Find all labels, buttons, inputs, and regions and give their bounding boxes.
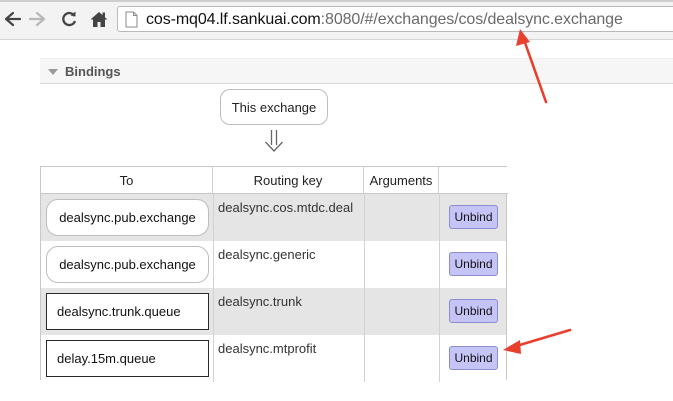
back-button[interactable]: [2, 6, 24, 32]
column-divider: [213, 241, 214, 288]
routing-key: dealsync.generic: [218, 247, 316, 262]
column-divider: [213, 335, 214, 382]
forward-arrow-icon: [28, 11, 46, 27]
address-bar[interactable]: cos-mq04.lf.sankuai.com:8080/#/exchanges…: [117, 6, 673, 32]
table-row: dealsync.pub.exchange dealsync.generic U…: [41, 241, 506, 288]
unbind-button[interactable]: Unbind: [449, 346, 498, 370]
this-exchange-node: This exchange: [220, 89, 328, 125]
table-row: dealsync.trunk.queue dealsync.trunk Unbi…: [41, 288, 506, 335]
toolbar-divider: [0, 39, 673, 40]
routing-key: dealsync.mtprofit: [218, 341, 317, 356]
this-exchange-label: This exchange: [231, 99, 317, 115]
reload-icon: [62, 11, 77, 27]
destination-label: dealsync.pub.exchange: [59, 210, 196, 225]
destination-exchange-link[interactable]: dealsync.pub.exchange: [46, 199, 209, 236]
collapse-triangle-icon[interactable]: [48, 69, 58, 75]
column-divider: [439, 194, 440, 241]
unbind-button[interactable]: Unbind: [449, 252, 498, 276]
double-down-arrow-icon: [265, 130, 283, 152]
column-divider: [213, 288, 214, 335]
header-actions: [439, 167, 508, 194]
column-divider: [364, 335, 365, 382]
home-button[interactable]: [86, 6, 112, 32]
column-divider: [439, 335, 440, 382]
header-routing-key: Routing key: [213, 167, 364, 194]
unbind-button[interactable]: Unbind: [449, 205, 498, 229]
screenshot: cos-mq04.lf.sankuai.com:8080/#/exchanges…: [0, 0, 673, 401]
page-icon: [125, 11, 138, 28]
section-title: Bindings: [65, 64, 121, 79]
destination-queue-link[interactable]: delay.15m.queue: [46, 340, 209, 377]
url-host: cos-mq04.lf.sankuai.com: [146, 11, 321, 28]
table-row: delay.15m.queue dealsync.mtprofit Unbind: [41, 335, 506, 382]
bindings-table: To Routing key Arguments dealsync.pub.ex…: [40, 166, 508, 382]
routing-key: dealsync.cos.mtdc.deal: [218, 200, 354, 215]
column-divider: [364, 241, 365, 288]
bindings-section-header[interactable]: Bindings: [40, 58, 673, 84]
browser-toolbar: cos-mq04.lf.sankuai.com:8080/#/exchanges…: [0, 0, 673, 40]
destination-exchange-link[interactable]: dealsync.pub.exchange: [46, 246, 209, 283]
unbind-button[interactable]: Unbind: [449, 299, 498, 323]
column-divider: [439, 241, 440, 288]
home-icon: [90, 12, 108, 27]
destination-label: dealsync.pub.exchange: [59, 257, 196, 272]
annotation-arrow-unbind: [503, 328, 572, 354]
back-arrow-icon: [4, 11, 22, 27]
header-to: To: [41, 167, 213, 194]
column-divider: [364, 288, 365, 335]
url-path: :8080/#/exchanges/cos/dealsync.exchange: [320, 11, 623, 28]
column-divider: [439, 288, 440, 335]
url-text[interactable]: cos-mq04.lf.sankuai.com:8080/#/exchanges…: [146, 11, 623, 29]
column-divider: [364, 194, 365, 241]
header-arguments: Arguments: [364, 167, 439, 194]
table-row: dealsync.pub.exchange dealsync.cos.mtdc.…: [41, 194, 506, 241]
destination-label: delay.15m.queue: [57, 351, 156, 366]
destination-queue-link[interactable]: dealsync.trunk.queue: [46, 293, 209, 330]
toolbar-top-edge: [0, 0, 673, 2]
forward-button[interactable]: [26, 6, 48, 32]
column-divider: [213, 194, 214, 241]
reload-button[interactable]: [58, 6, 80, 32]
routing-key: dealsync.trunk: [218, 294, 302, 309]
destination-label: dealsync.trunk.queue: [57, 304, 181, 319]
